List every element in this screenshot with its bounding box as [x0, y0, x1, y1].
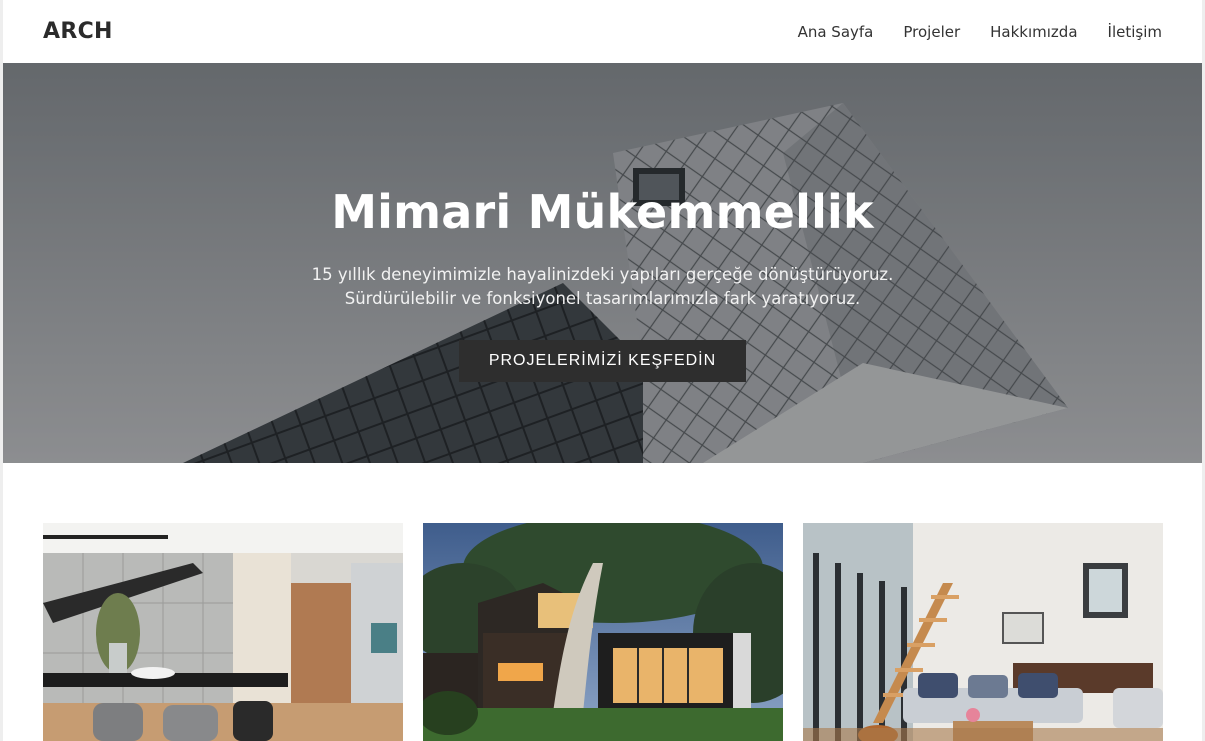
nav-link-about[interactable]: Hakkımızda	[990, 23, 1077, 41]
project-image-living-room	[803, 523, 1163, 741]
site-header: ARCH Ana Sayfa Projeler Hakkımızda İleti…	[3, 0, 1202, 63]
hero-title: Mimari Mükemmellik	[331, 185, 874, 239]
nav-link-home[interactable]: Ana Sayfa	[798, 23, 874, 41]
logo[interactable]: ARCH	[43, 19, 113, 44]
project-image-dining-interior	[43, 523, 403, 741]
project-card-1[interactable]	[43, 523, 403, 741]
hero-subtitle-line-1: 15 yıllık deneyimimizle hayalinizdeki ya…	[311, 265, 894, 284]
project-cards	[43, 523, 1163, 741]
project-card-3[interactable]	[803, 523, 1163, 741]
nav-link-projects[interactable]: Projeler	[903, 23, 960, 41]
hero-section: Mimari Mükemmellik 15 yıllık deneyimimiz…	[3, 63, 1202, 463]
project-card-2[interactable]	[423, 523, 783, 741]
main-nav: Ana Sayfa Projeler Hakkımızda İletişim	[798, 23, 1162, 41]
project-image-house-exterior	[423, 523, 783, 741]
hero-subtitle: 15 yıllık deneyimimizle hayalinizdeki ya…	[3, 263, 1202, 311]
page: ARCH Ana Sayfa Projeler Hakkımızda İleti…	[0, 0, 1205, 741]
explore-projects-button[interactable]: PROJELERİMİZİ KEŞFEDİN	[459, 340, 746, 382]
nav-link-contact[interactable]: İletişim	[1108, 23, 1162, 41]
hero-subtitle-line-2: Sürdürülebilir ve fonksiyonel tasarımlar…	[344, 289, 861, 308]
hero-content: Mimari Mükemmellik 15 yıllık deneyimimiz…	[3, 63, 1202, 463]
